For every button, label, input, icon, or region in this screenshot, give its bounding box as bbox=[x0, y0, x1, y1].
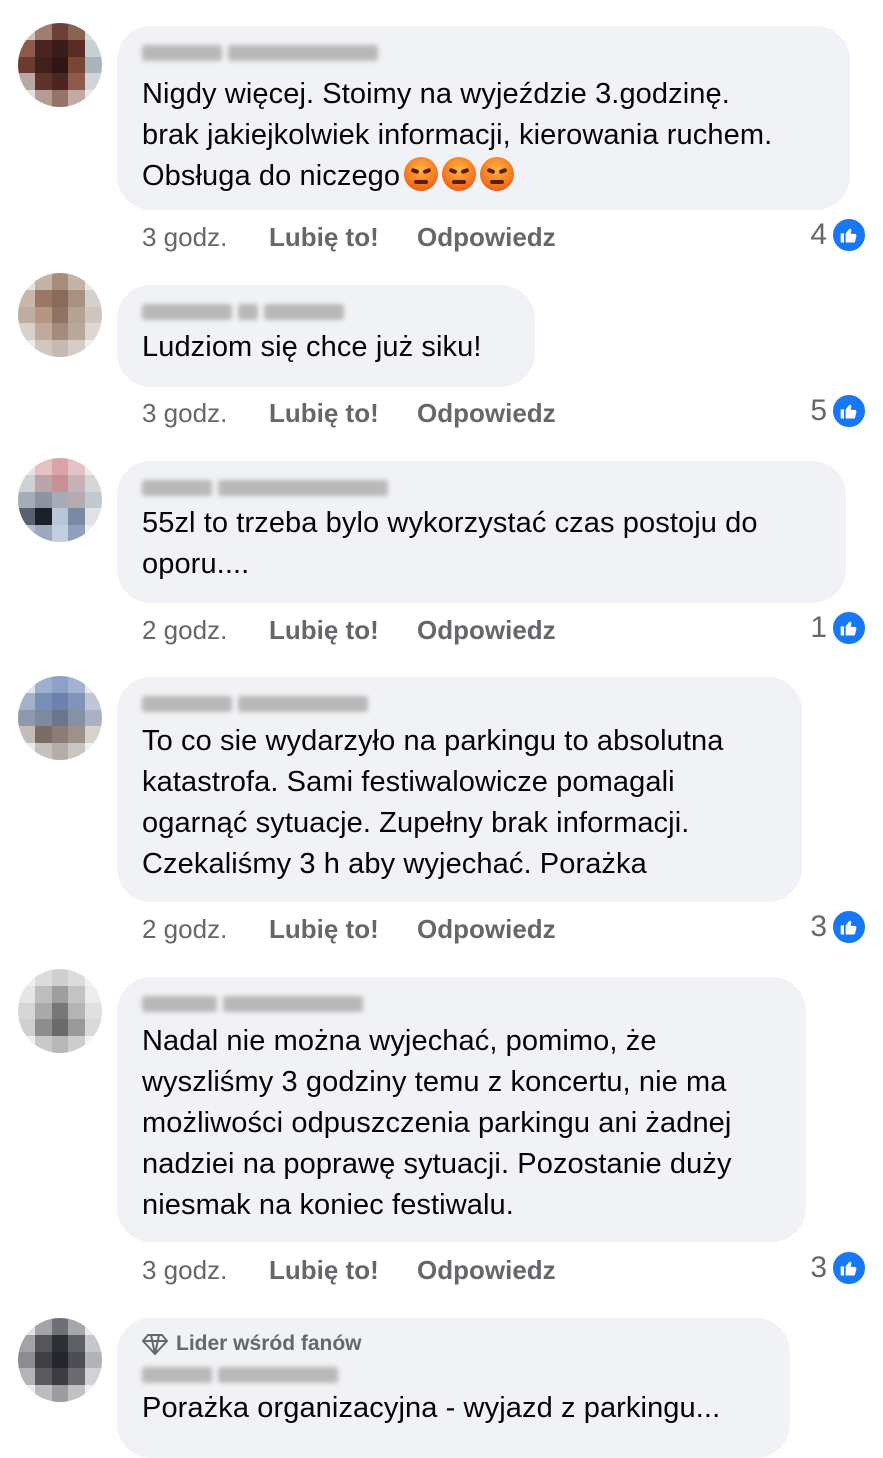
comment-bubble: To co sie wydarzyło na parkingu to absol… bbox=[117, 677, 802, 902]
comment-text: To co sie wydarzyło na parkingu to absol… bbox=[142, 725, 724, 880]
reaction-count[interactable]: 1 bbox=[810, 610, 867, 646]
comment-actions: 2 godz. Lubię to! Odpowiedz bbox=[142, 615, 556, 646]
comment-time[interactable]: 3 godz. bbox=[142, 1255, 269, 1286]
thumbs-up-icon bbox=[831, 217, 867, 253]
reaction-count[interactable]: 3 bbox=[810, 909, 867, 945]
reaction-number: 1 bbox=[810, 611, 827, 644]
like-button[interactable]: Lubię to! bbox=[269, 1255, 417, 1286]
angry-face-emoji bbox=[480, 157, 515, 191]
comment-bubble: Ludziom się chce już siku! bbox=[117, 285, 535, 387]
avatar[interactable] bbox=[18, 23, 102, 107]
author-name-blurred[interactable] bbox=[142, 1364, 766, 1386]
like-button[interactable]: Lubię to! bbox=[269, 222, 417, 253]
reaction-number: 5 bbox=[810, 394, 827, 427]
reaction-count[interactable]: 3 bbox=[810, 1250, 867, 1286]
comment-actions: 2 godz. Lubię to! Odpowiedz bbox=[142, 914, 556, 945]
avatar[interactable] bbox=[18, 273, 102, 357]
reaction-count[interactable]: 4 bbox=[810, 217, 867, 253]
comment-time[interactable]: 2 godz. bbox=[142, 615, 269, 646]
comment-text: Porażka organizacyjna - wyjazd z parking… bbox=[142, 1392, 721, 1424]
thumbs-up-icon bbox=[831, 909, 867, 945]
avatar[interactable] bbox=[18, 1318, 102, 1402]
author-name-blurred[interactable] bbox=[142, 301, 511, 323]
thumbs-up-icon bbox=[831, 1250, 867, 1286]
comment-bubble: 55zl to trzeba bylo wykorzystać czas pos… bbox=[117, 461, 846, 603]
diamond-icon bbox=[142, 1334, 168, 1355]
avatar[interactable] bbox=[18, 969, 102, 1053]
comment-text: Nigdy więcej. Stoimy na wyjeździe 3.godz… bbox=[142, 78, 773, 192]
author-name-blurred[interactable] bbox=[142, 42, 826, 64]
author-name-blurred[interactable] bbox=[142, 477, 822, 499]
comment-text: 55zl to trzeba bylo wykorzystać czas pos… bbox=[142, 507, 758, 580]
comment-text: Ludziom się chce już siku! bbox=[142, 331, 482, 363]
comment-time[interactable]: 3 godz. bbox=[142, 398, 269, 429]
comment-actions: 3 godz. Lubię to! Odpowiedz bbox=[142, 398, 556, 429]
author-name-blurred[interactable] bbox=[142, 993, 782, 1015]
reply-button[interactable]: Odpowiedz bbox=[417, 914, 556, 945]
avatar[interactable] bbox=[18, 458, 102, 542]
comment-time[interactable]: 3 godz. bbox=[142, 222, 269, 253]
author-name-blurred[interactable] bbox=[142, 693, 778, 715]
reaction-number: 3 bbox=[810, 1251, 827, 1284]
comment-actions: 3 godz. Lubię to! Odpowiedz bbox=[142, 222, 556, 253]
reply-button[interactable]: Odpowiedz bbox=[417, 615, 556, 646]
comment-bubble: Nigdy więcej. Stoimy na wyjeździe 3.godz… bbox=[117, 26, 850, 210]
avatar[interactable] bbox=[18, 676, 102, 760]
top-fan-badge: Lider wśród fanów bbox=[142, 1332, 766, 1356]
comment-bubble: Nadal nie można wyjechać, pomimo, że wys… bbox=[117, 977, 806, 1242]
reply-button[interactable]: Odpowiedz bbox=[417, 1255, 556, 1286]
comment-text: Nadal nie można wyjechać, pomimo, że wys… bbox=[142, 1025, 732, 1221]
reply-button[interactable]: Odpowiedz bbox=[417, 222, 556, 253]
reply-button[interactable]: Odpowiedz bbox=[417, 398, 556, 429]
thumbs-up-icon bbox=[831, 610, 867, 646]
like-button[interactable]: Lubię to! bbox=[269, 914, 417, 945]
comment-time[interactable]: 2 godz. bbox=[142, 914, 269, 945]
like-button[interactable]: Lubię to! bbox=[269, 398, 417, 429]
like-button[interactable]: Lubię to! bbox=[269, 615, 417, 646]
reaction-number: 4 bbox=[810, 218, 827, 251]
angry-face-emoji bbox=[442, 157, 477, 191]
reaction-count[interactable]: 5 bbox=[810, 393, 867, 429]
angry-face-emoji bbox=[404, 157, 439, 191]
top-fan-label: Lider wśród fanów bbox=[176, 1332, 362, 1355]
comment-actions: 3 godz. Lubię to! Odpowiedz bbox=[142, 1255, 556, 1286]
thumbs-up-icon bbox=[831, 393, 867, 429]
reaction-number: 3 bbox=[810, 910, 827, 943]
comment-bubble: Lider wśród fanów Porażka organizacyjna … bbox=[117, 1318, 790, 1458]
